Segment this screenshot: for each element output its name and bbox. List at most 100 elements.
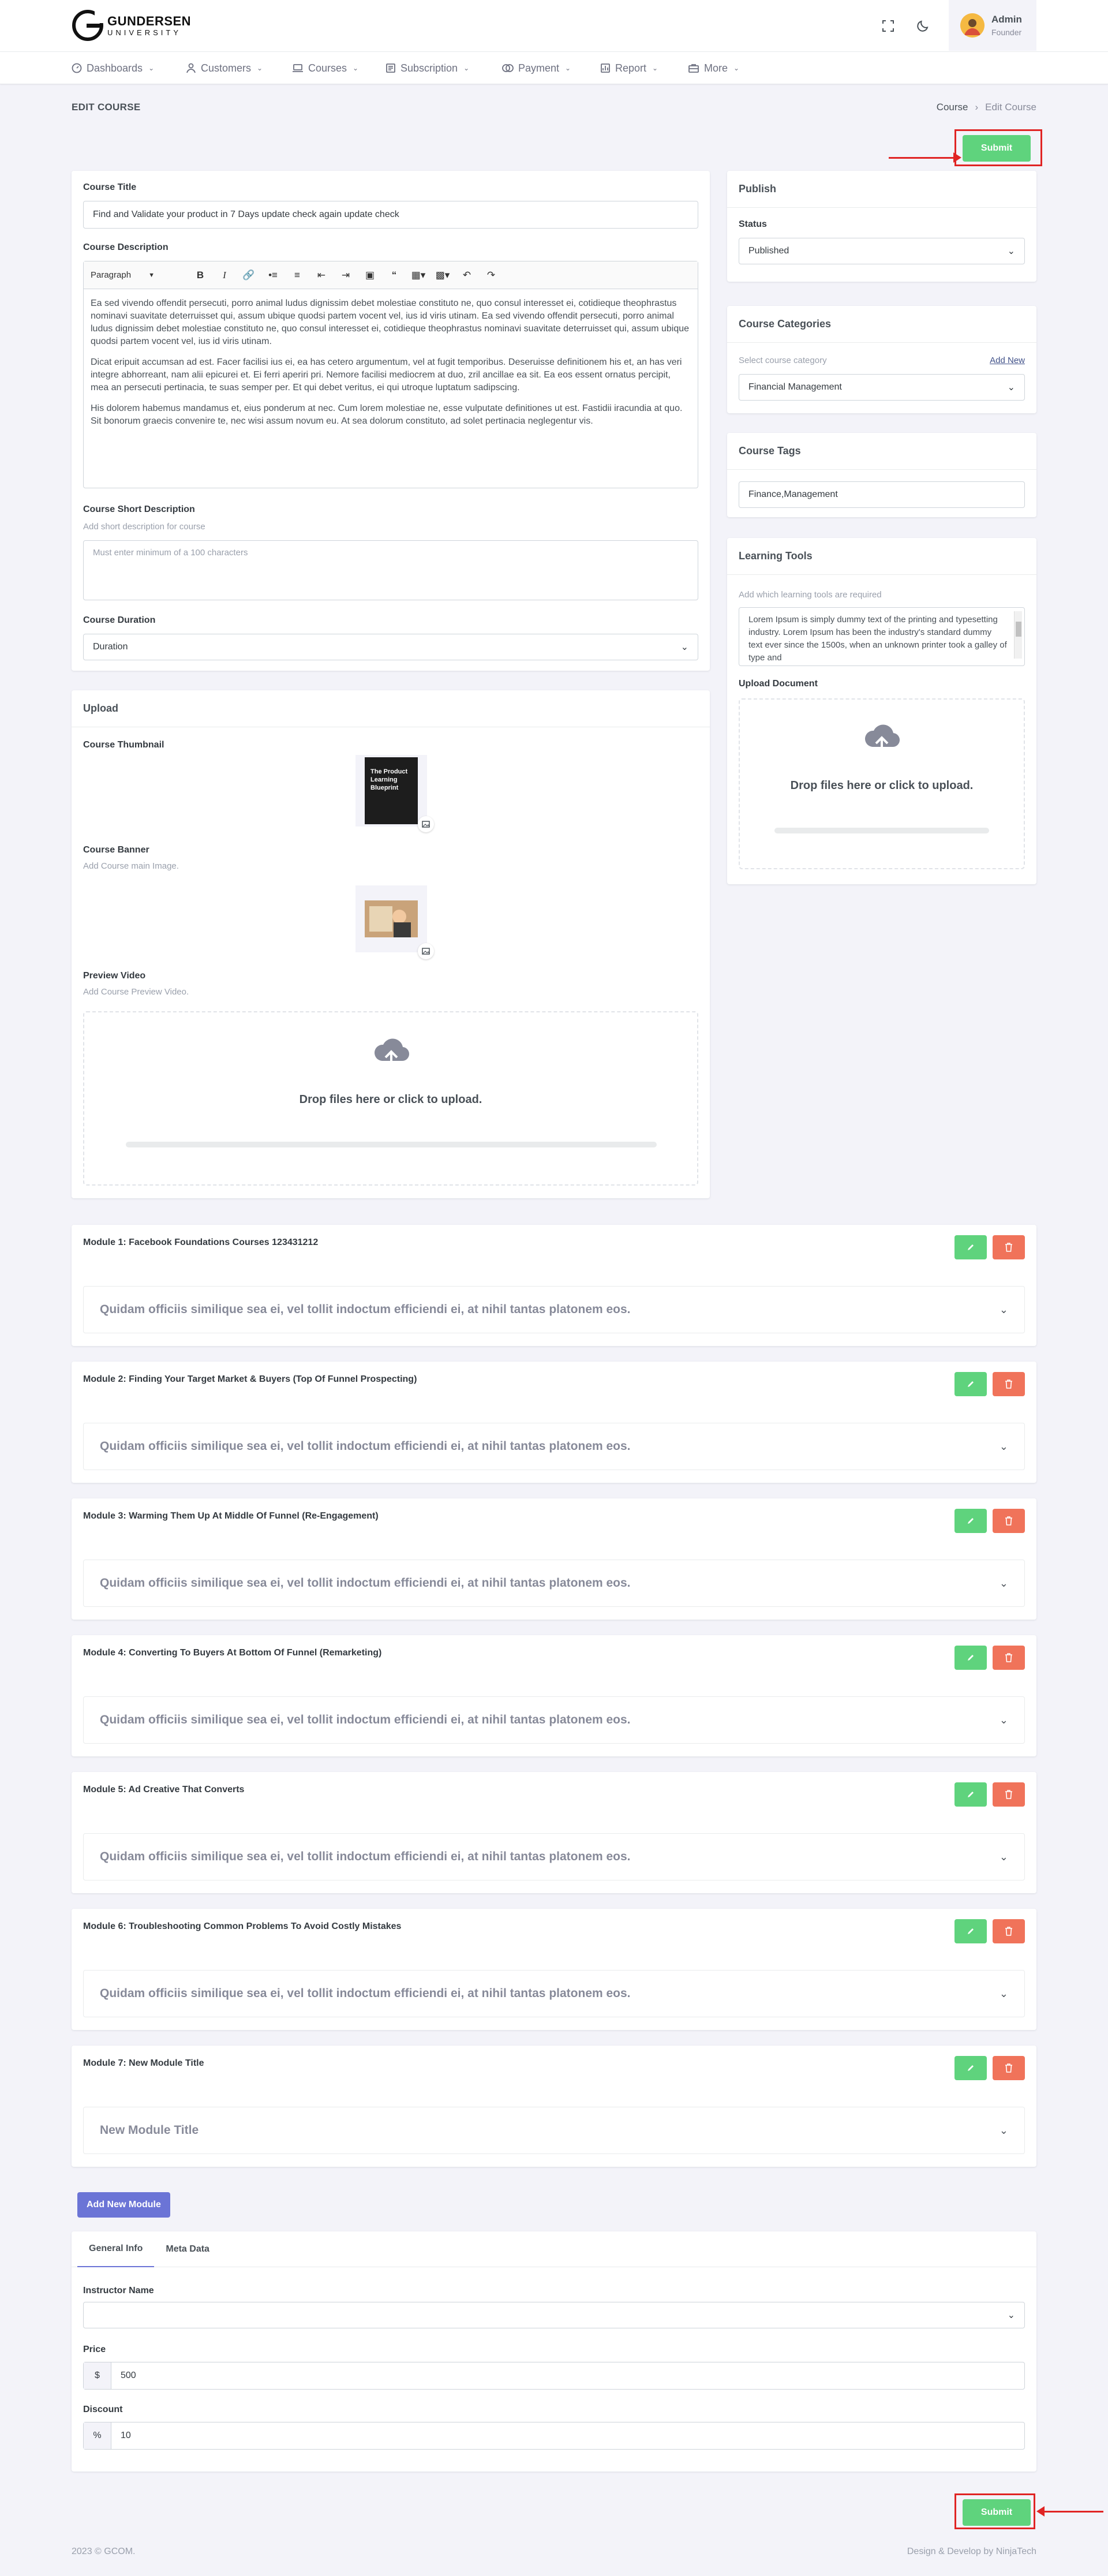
textarea-scrollbar[interactable] (1014, 611, 1022, 659)
scrollbar-thumb[interactable] (1016, 622, 1021, 637)
document-dropzone[interactable]: Drop files here or click to upload. (739, 698, 1025, 869)
nav-report[interactable]: Report ⌄ (600, 52, 658, 84)
edit-module-button[interactable] (954, 1646, 987, 1670)
chevron-down-icon: ⌄ (999, 1850, 1008, 1863)
tab-general-info[interactable]: General Info (77, 2231, 155, 2267)
add-new-module-button[interactable]: Add New Module (77, 2192, 170, 2218)
thumbnail-change-icon[interactable] (418, 816, 434, 832)
nav-payment[interactable]: Payment ⌄ (502, 52, 571, 84)
dashboard-icon (72, 63, 82, 73)
table-icon[interactable]: ▦▾ (411, 268, 426, 282)
tab-meta-data[interactable]: Meta Data (154, 2231, 221, 2267)
nav-more[interactable]: More ⌄ (688, 52, 739, 84)
cloud-upload-icon (374, 1038, 410, 1069)
edit-module-button[interactable] (954, 1509, 987, 1533)
nav-courses[interactable]: Courses ⌄ (292, 52, 358, 84)
media-icon[interactable]: ▩▾ (436, 268, 450, 282)
undo-icon[interactable]: ↶ (460, 268, 474, 282)
chevron-down-icon: ⌄ (999, 1303, 1008, 1315)
brand-logo[interactable]: GUNDERSEN UNIVERSITY (72, 9, 191, 42)
breadcrumb-course[interactable]: Course (937, 102, 968, 113)
banner-change-icon[interactable] (418, 943, 434, 959)
italic-icon[interactable]: I (218, 268, 231, 282)
thumbnail-preview[interactable]: The Product Learning Blueprint (355, 755, 427, 827)
banner-preview[interactable] (355, 885, 427, 952)
user-menu[interactable]: Admin Founder (949, 0, 1036, 51)
price-input-group[interactable]: $ 500 (83, 2362, 1025, 2390)
bold-icon[interactable]: B (193, 268, 207, 282)
trash-icon (1005, 2063, 1012, 2073)
course-title-input[interactable]: Find and Validate your product in 7 Days… (83, 201, 698, 229)
redo-icon[interactable]: ↷ (484, 268, 498, 282)
preview-video-label: Preview Video (83, 971, 146, 981)
course-description-editor[interactable]: Paragraph ▼ B I 🔗 •≡ ≡ ⇤ ⇥ ▣ “ ▦▾ ▩▾ ↶ ↷ … (83, 261, 698, 488)
lesson-accordion[interactable]: Quidam officiis similique sea ei, vel to… (83, 1286, 1025, 1333)
nav-customers[interactable]: Customers ⌄ (186, 52, 263, 84)
price-input[interactable]: 500 (111, 2362, 145, 2389)
description-paragraph: His dolorem habemus mandamus et, eius po… (91, 403, 683, 426)
trash-icon (1005, 1927, 1012, 1936)
lesson-accordion[interactable]: Quidam officiis similique sea ei, vel to… (83, 1560, 1025, 1607)
delete-module-button[interactable] (993, 1372, 1025, 1396)
image-icon[interactable]: ▣ (363, 268, 377, 282)
edit-module-button[interactable] (954, 1919, 987, 1943)
chevron-down-icon: ⌄ (565, 64, 571, 72)
module-card: Module 4: Converting To Buyers At Bottom… (72, 1635, 1036, 1756)
chevron-down-icon: ⌄ (1007, 246, 1015, 256)
quote-icon[interactable]: “ (387, 268, 401, 282)
learning-tools-textarea[interactable]: Lorem Ipsum is simply dummy text of the … (739, 607, 1025, 666)
submit-button-top[interactable]: Submit (963, 135, 1031, 162)
module-title: Module 2: Finding Your Target Market & B… (83, 1374, 417, 1384)
module-card: Module 7: New Module Title New Module Ti… (72, 2046, 1036, 2167)
numbered-list-icon[interactable]: ≡ (290, 268, 304, 282)
edit-module-button[interactable] (954, 2056, 987, 2080)
dark-mode-icon[interactable] (912, 15, 934, 37)
paragraph-select[interactable]: Paragraph ▼ (91, 270, 183, 280)
categories-hint: Select course category (739, 356, 827, 365)
course-title-label: Course Title (83, 182, 137, 192)
tags-input[interactable]: Finance,Management (739, 481, 1025, 508)
edit-module-button[interactable] (954, 1235, 987, 1259)
module-card: Module 6: Troubleshooting Common Problem… (72, 1909, 1036, 2030)
delete-module-button[interactable] (993, 1235, 1025, 1259)
discount-input-group[interactable]: % 10 (83, 2422, 1025, 2450)
lesson-accordion[interactable]: Quidam officiis similique sea ei, vel to… (83, 1423, 1025, 1470)
status-select[interactable]: Published ⌄ (739, 238, 1025, 264)
discount-input[interactable]: 10 (111, 2422, 140, 2449)
link-icon[interactable]: 🔗 (242, 268, 256, 282)
upload-document-label: Upload Document (739, 679, 818, 689)
lesson-accordion[interactable]: New Module Title ⌄ (83, 2107, 1025, 2154)
user-name: Admin (991, 14, 1022, 25)
lesson-accordion[interactable]: Quidam officiis similique sea ei, vel to… (83, 1696, 1025, 1744)
video-dropzone[interactable]: Drop files here or click to upload. (83, 1011, 698, 1186)
indent-icon[interactable]: ⇥ (339, 268, 353, 282)
edit-module-button[interactable] (954, 1372, 987, 1396)
general-info-card: General Info Meta Data Instructor Name ⌄… (72, 2231, 1036, 2472)
outdent-icon[interactable]: ⇤ (315, 268, 328, 282)
course-short-label: Course Short Description (83, 504, 195, 514)
course-duration-select[interactable]: Duration ⌄ (83, 634, 698, 660)
course-short-textarea[interactable]: Must enter minimum of a 100 characters (83, 540, 698, 600)
chevron-down-icon: ⌄ (1007, 2310, 1015, 2320)
edit-module-button[interactable] (954, 1782, 987, 1807)
instructor-select[interactable]: ⌄ (83, 2302, 1025, 2328)
annotation-arrow (1043, 2511, 1103, 2513)
lesson-accordion[interactable]: Quidam officiis similique sea ei, vel to… (83, 1833, 1025, 1880)
delete-module-button[interactable] (993, 2056, 1025, 2080)
delete-module-button[interactable] (993, 1919, 1025, 1943)
add-new-category-link[interactable]: Add New (990, 356, 1025, 365)
lesson-accordion[interactable]: Quidam officiis similique sea ei, vel to… (83, 1970, 1025, 2017)
discount-label: Discount (83, 2405, 123, 2414)
bullet-list-icon[interactable]: •≡ (266, 268, 280, 282)
fullscreen-icon[interactable] (877, 15, 899, 37)
nav-subscription[interactable]: Subscription ⌄ (385, 52, 469, 84)
category-select[interactable]: Financial Management ⌄ (739, 374, 1025, 401)
delete-module-button[interactable] (993, 1509, 1025, 1533)
submit-button-bottom[interactable]: Submit (963, 2499, 1031, 2526)
chevron-down-icon: ⌄ (999, 1577, 1008, 1589)
nav-dashboards[interactable]: Dashboards ⌄ (72, 52, 154, 84)
delete-module-button[interactable] (993, 1646, 1025, 1670)
delete-module-button[interactable] (993, 1782, 1025, 1807)
editor-content[interactable]: Ea sed vivendo offendit persecuti, porro… (84, 289, 698, 444)
dropzone-text: Drop files here or click to upload. (299, 1093, 482, 1106)
